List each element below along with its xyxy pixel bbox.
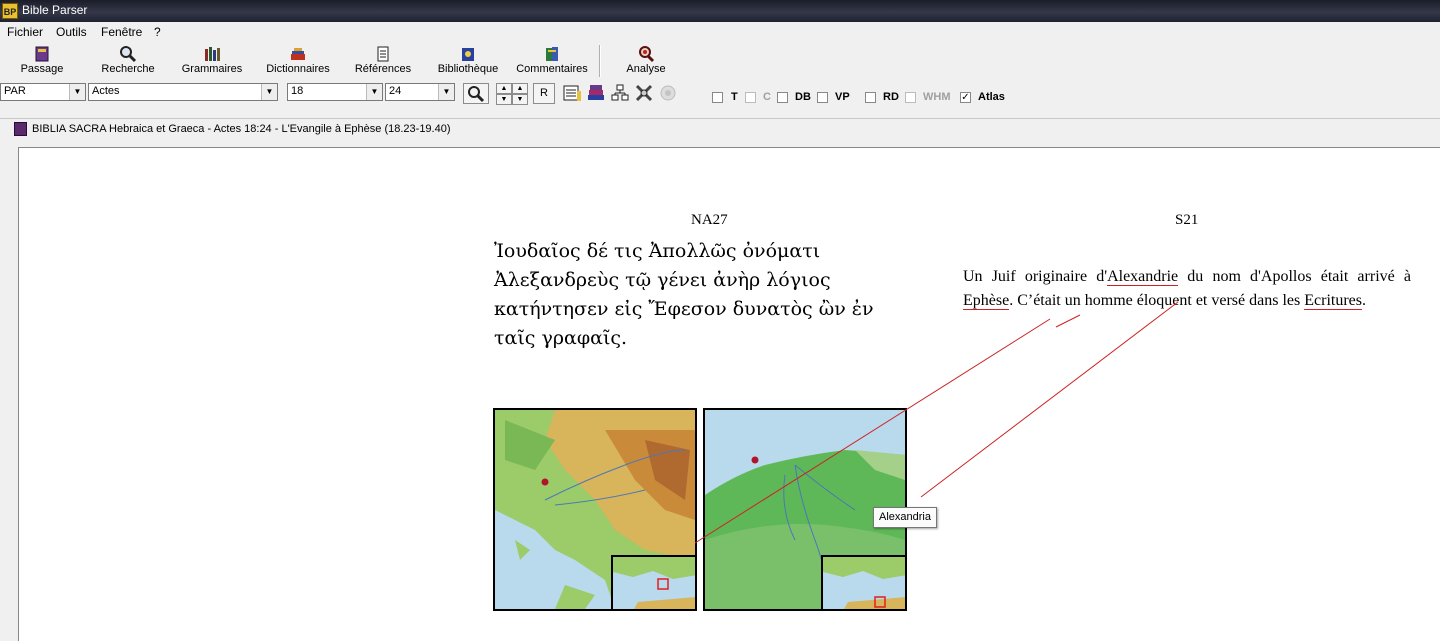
menu-fichier[interactable]: Fichier: [7, 25, 43, 39]
french-text-part: Un Juif originaire d': [963, 268, 1108, 285]
french-text-part: du nom d'Apollos était arrivé à: [1178, 268, 1411, 285]
french-text-part: . C’était un homme éloquent et versé dan…: [1009, 292, 1305, 309]
recherche-label: Recherche: [101, 63, 155, 75]
bible-document-icon: [14, 122, 27, 136]
greek-verse-text: Ἰουδαῖος δέ τις Ἀπολλῶς ὀνόματι Ἀλεξανδρ…: [494, 240, 874, 349]
checkbox-atlas[interactable]: ✓: [960, 92, 971, 103]
grammar-books-icon: [205, 47, 220, 61]
references-icon: [377, 46, 389, 62]
grammaires-label: Grammaires: [181, 63, 243, 75]
scroll-down-button[interactable]: ▼: [496, 94, 512, 105]
hierarchy-icon[interactable]: [610, 83, 630, 103]
checkbox-atlas-label: Atlas: [978, 91, 1005, 103]
selector-row: PAR ▼ Actes ▼ 18 ▼ 24 ▼ ▲ ▲ ▼ ▼ R T C DB…: [0, 81, 1440, 111]
ephese-link[interactable]: Ephèse: [963, 292, 1010, 310]
checkbox-whm: [905, 92, 916, 103]
passage-button[interactable]: Passage: [12, 41, 72, 81]
french-verse-text: Un Juif originaire d'Alexandrie du nom d…: [963, 265, 1411, 313]
dictionnaires-button[interactable]: Dictionnaires: [258, 41, 338, 81]
analyse-button[interactable]: Analyse: [616, 41, 676, 81]
menu-fenetre[interactable]: Fenêtre: [101, 25, 142, 39]
bibliotheque-label: Bibliothèque: [437, 63, 499, 75]
go-search-button[interactable]: [463, 83, 489, 104]
scroll-up-button[interactable]: ▲: [496, 83, 512, 94]
references-label: Références: [354, 63, 412, 75]
books-stack-icon[interactable]: [586, 83, 606, 103]
passage-label: Passage: [20, 63, 64, 75]
ephesus-marker-icon: [541, 478, 549, 486]
checkbox-rd-label: RD: [883, 91, 899, 103]
menu-help[interactable]: ?: [154, 25, 161, 39]
ecritures-link[interactable]: Ecritures: [1304, 292, 1362, 310]
version-value: PAR: [4, 85, 26, 97]
checkbox-t-label: T: [731, 91, 738, 103]
chevron-down-icon[interactable]: ▼: [69, 84, 85, 100]
magnifier-icon: [468, 86, 485, 103]
menu-outils[interactable]: Outils: [56, 25, 87, 39]
checkbox-t[interactable]: [712, 92, 723, 103]
analyse-label: Analyse: [626, 63, 666, 75]
window-title: Bible Parser: [22, 3, 88, 17]
na27-heading: NA27: [691, 212, 728, 228]
alexandria-locator-inset: [821, 555, 905, 609]
audio-disabled-icon: [658, 83, 678, 103]
passage-book-icon: [35, 46, 49, 62]
app-logo-icon: BP: [2, 3, 18, 19]
scroll-up-alt-button[interactable]: ▲: [512, 83, 528, 94]
checkbox-vp[interactable]: [817, 92, 828, 103]
book-select[interactable]: Actes ▼: [88, 83, 278, 101]
map-tooltip: Alexandria: [873, 507, 937, 528]
text-list-icon[interactable]: [562, 83, 582, 103]
checkbox-db-label: DB: [795, 91, 811, 103]
chevron-down-icon[interactable]: ▼: [438, 84, 454, 100]
document-title: BIBLIA SACRA Hebraica et Graeca - Actes …: [32, 123, 451, 135]
menu-bar: Fichier Outils Fenêtre ?: [0, 22, 1440, 41]
tools-icon[interactable]: [634, 83, 654, 103]
book-value: Actes: [92, 85, 120, 97]
alexandria-marker-icon: [751, 456, 759, 464]
checkbox-whm-label: WHM: [923, 91, 951, 103]
ephesus-map[interactable]: [493, 408, 697, 611]
bibliotheque-button[interactable]: Bibliothèque: [430, 41, 506, 81]
references-button[interactable]: Références: [348, 41, 418, 81]
library-icon: [462, 48, 474, 61]
checkbox-vp-label: VP: [835, 91, 850, 103]
main-toolbar: Passage Recherche Grammaires Dictionnair…: [0, 41, 1440, 81]
checkbox-c: [745, 92, 756, 103]
checkbox-c-label: C: [763, 91, 771, 103]
grammaires-button[interactable]: Grammaires: [176, 41, 248, 81]
dictionary-icon: [291, 48, 305, 60]
french-text-part: .: [1361, 292, 1366, 309]
scroll-down-alt-button[interactable]: ▼: [512, 94, 528, 105]
s21-heading: S21: [1175, 212, 1199, 228]
verse-value: 24: [389, 85, 402, 97]
chapter-select[interactable]: 18 ▼: [287, 83, 383, 101]
commentaires-button[interactable]: Commentaires: [510, 41, 594, 81]
alexandrie-link[interactable]: Alexandrie: [1107, 268, 1179, 286]
ephesus-locator-inset: [611, 555, 695, 609]
document-title-bar: BIBLIA SACRA Hebraica et Graeca - Actes …: [0, 118, 1440, 141]
r-button[interactable]: R: [533, 83, 555, 104]
commentary-icon: [546, 47, 558, 61]
version-select[interactable]: PAR ▼: [0, 83, 86, 101]
title-bar: BP Bible Parser: [0, 0, 1440, 22]
commentaires-label: Commentaires: [516, 63, 588, 75]
checkbox-rd[interactable]: [865, 92, 876, 103]
chevron-down-icon[interactable]: ▼: [261, 84, 277, 100]
search-magnifier-icon: [120, 46, 137, 63]
chapter-value: 18: [291, 85, 304, 97]
checkbox-db[interactable]: [777, 92, 788, 103]
toolbar-separator: [599, 45, 601, 77]
dictionnaires-label: Dictionnaires: [266, 63, 330, 75]
recherche-button[interactable]: Recherche: [95, 41, 161, 81]
verse-select[interactable]: 24 ▼: [385, 83, 455, 101]
chevron-down-icon[interactable]: ▼: [366, 84, 382, 100]
analysis-icon: [639, 46, 655, 63]
